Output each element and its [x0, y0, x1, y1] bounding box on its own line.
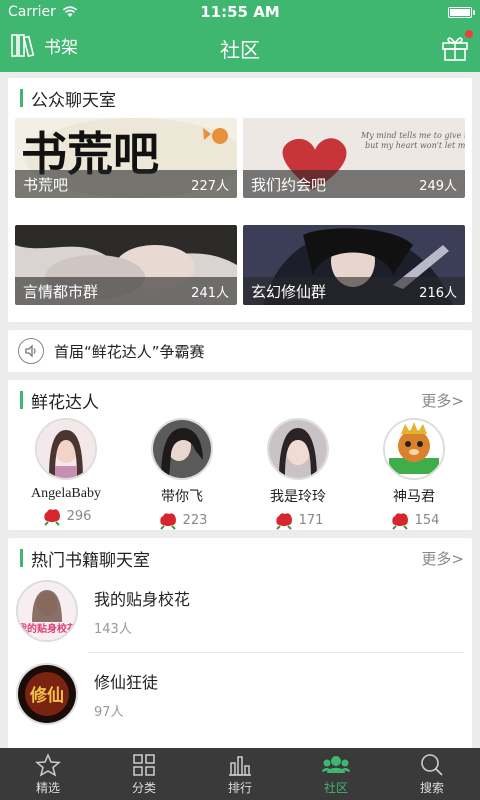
grid-icon [133, 753, 155, 776]
status-time: 11:55 AM [200, 3, 280, 21]
flower-count: 296 [66, 508, 92, 524]
cover-text: 修仙 [29, 685, 64, 706]
chatroom-header: 公众聊天室 [8, 78, 472, 118]
bar-chart-icon [229, 755, 251, 776]
room-name: 玄幻修仙群 [251, 282, 327, 301]
person-item[interactable]: 神马君 154 [359, 418, 469, 530]
tab-label: 排行 [227, 780, 252, 795]
notice-bar[interactable]: 首届“鲜花达人”争霸赛 [8, 330, 472, 372]
flower-count: 154 [414, 512, 440, 528]
rose-icon [159, 513, 176, 530]
battery-icon [447, 6, 475, 18]
book-count: 97人 [94, 704, 124, 720]
room-overlay: 玄幻修仙群 216人 [243, 277, 465, 305]
wifi-icon [62, 6, 77, 17]
hotbooks-section: 热门书籍聊天室 更多> 我的贴身校花 我的贴身校花 143人 修仙 修仙狂徒 9… [8, 538, 472, 748]
avatar [151, 418, 213, 480]
book-count: 143人 [94, 621, 132, 637]
book-row[interactable]: 我的贴身校花 我的贴身校花 143人 [8, 570, 472, 652]
tab-community[interactable]: 社区 [288, 748, 384, 800]
room-overlay: 言情都市群 241人 [15, 277, 237, 305]
room-card-yuehui[interactable]: My mind tells me to give up but my heart… [243, 118, 465, 198]
room-count: 227人 [191, 178, 229, 194]
room-name: 我们约会吧 [251, 175, 327, 194]
status-bar: Carrier 11:55 AM [0, 0, 480, 24]
people-list: AngelaBaby 296 带你飞 223 我是玲玲 171 神马君 154 [8, 418, 472, 530]
tab-ranking[interactable]: 排行 [192, 748, 288, 800]
flower-section: 鲜花达人 更多> AngelaBaby 296 带你飞 223 我是玲玲 171 [8, 380, 472, 530]
heart-note-2: but my heart won't let me [365, 141, 465, 150]
community-icon [322, 755, 350, 773]
avatar [383, 418, 445, 480]
person-name: AngelaBaby [31, 486, 101, 501]
tab-label: 精选 [35, 780, 60, 795]
book-title: 修仙狂徒 [94, 672, 159, 692]
book-cover: 修仙 [16, 663, 78, 725]
carrier-label: Carrier [8, 4, 56, 20]
flower-count: 223 [182, 512, 208, 528]
room-card-shuhuang[interactable]: 书荒吧 书荒吧 227人 [15, 118, 237, 198]
book-cover: 我的贴身校花 [16, 580, 78, 642]
section-title: 热门书籍聊天室 [31, 550, 150, 571]
tab-label: 社区 [323, 780, 348, 795]
flower-header: 鲜花达人 更多> [8, 380, 472, 420]
room-count: 249人 [419, 178, 457, 194]
room-count: 241人 [191, 285, 229, 301]
avatar [35, 418, 97, 480]
cover-text: 我的贴身校花 [18, 622, 76, 635]
rose-icon [43, 509, 60, 526]
more-link[interactable]: 更多> [421, 390, 464, 411]
tab-featured[interactable]: 精选 [0, 748, 96, 800]
book-row[interactable]: 修仙 修仙狂徒 97人 [8, 653, 472, 735]
room-overlay: 书荒吧 227人 [15, 170, 237, 198]
avatar [267, 418, 329, 480]
person-name: 我是玲玲 [270, 490, 326, 505]
speaker-icon [18, 338, 44, 364]
tab-search[interactable]: 搜索 [384, 748, 480, 800]
bookshelf-button[interactable]: 书架 [10, 32, 78, 58]
heart-note: My mind tells me to give up [360, 131, 465, 140]
nav-bar: 书架 社区 [0, 24, 480, 72]
star-icon [35, 752, 61, 777]
section-title: 鲜花达人 [31, 392, 99, 413]
notice-text: 首届“鲜花达人”争霸赛 [54, 342, 205, 361]
room-name: 书荒吧 [23, 175, 69, 194]
room-card-yanqing[interactable]: 言情都市群 241人 [15, 225, 237, 305]
bookshelf-label: 书架 [44, 37, 78, 58]
person-name: 带你飞 [161, 490, 203, 505]
tab-bar: 精选 分类 排行 社区 搜索 [0, 748, 480, 800]
search-icon [421, 753, 443, 776]
tab-category[interactable]: 分类 [96, 748, 192, 800]
tab-label: 搜索 [419, 780, 444, 795]
person-item[interactable]: AngelaBaby 296 [11, 418, 121, 530]
flower-count: 171 [298, 512, 324, 528]
room-overlay: 我们约会吧 249人 [243, 170, 465, 198]
notification-badge [465, 30, 473, 38]
tab-label: 分类 [131, 780, 156, 795]
rose-icon [391, 513, 408, 530]
room-card-xuanhuan[interactable]: 玄幻修仙群 216人 [243, 225, 465, 305]
book-title: 我的贴身校花 [94, 589, 191, 609]
app-header: Carrier 11:55 AM 书架 社区 [0, 0, 480, 72]
person-item[interactable]: 我是玲玲 171 [243, 418, 353, 530]
bookshelf-icon [11, 34, 35, 58]
rose-icon [275, 513, 292, 530]
person-name: 神马君 [393, 490, 435, 505]
room-name: 言情都市群 [23, 282, 99, 301]
gift-button[interactable] [440, 30, 473, 62]
person-item[interactable]: 带你飞 223 [127, 418, 237, 530]
more-link[interactable]: 更多> [421, 548, 464, 569]
section-title: 公众聊天室 [31, 90, 116, 111]
chatroom-section: 公众聊天室 书荒吧 书荒吧 227人 My mind tells me to g… [8, 78, 472, 322]
room-count: 216人 [419, 285, 457, 301]
